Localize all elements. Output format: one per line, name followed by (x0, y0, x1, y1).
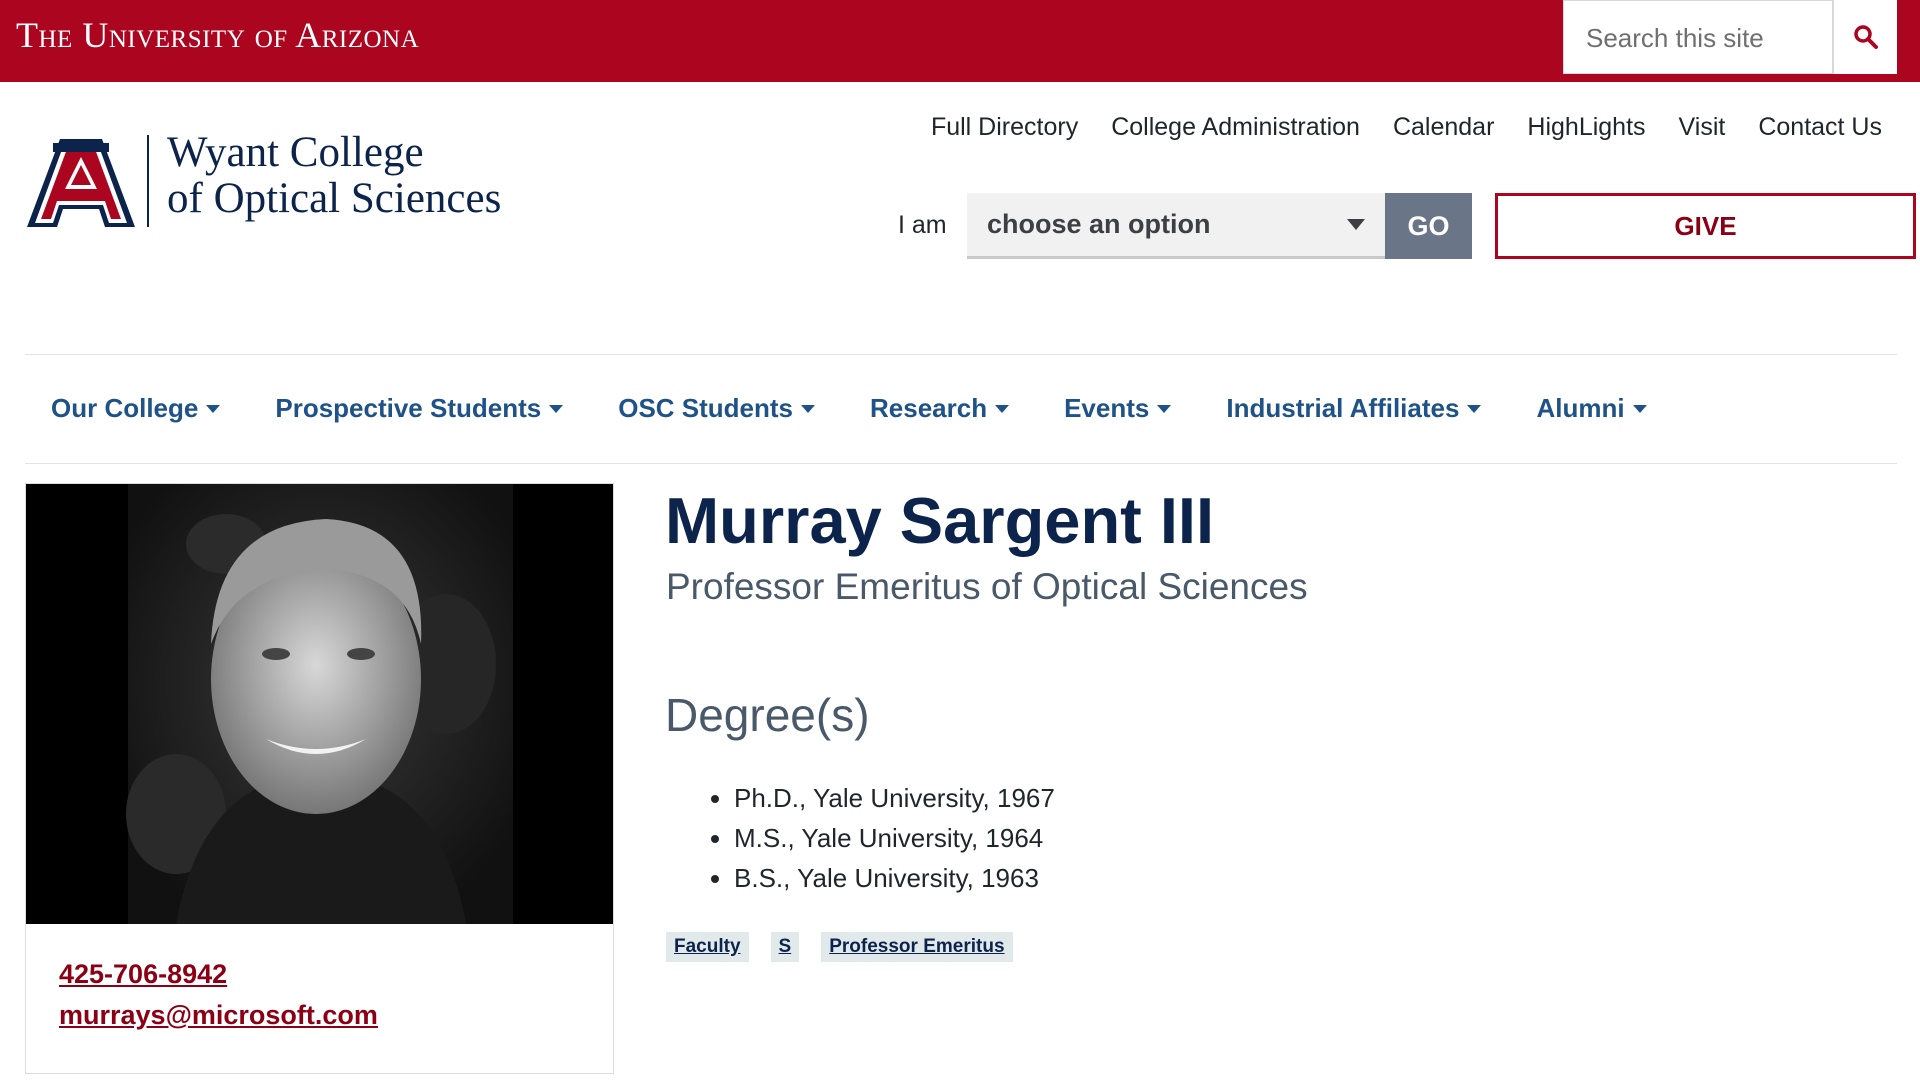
list-item: Ph.D., Yale University, 1967 (734, 778, 1055, 818)
util-link-full-directory[interactable]: Full Directory (931, 113, 1078, 142)
nav-item-label: Industrial Affiliates (1226, 393, 1460, 423)
nav-divider-top (25, 354, 1897, 355)
caret-down-icon (1632, 404, 1647, 413)
caret-down-icon (1467, 404, 1482, 413)
tag-list: Faculty S Professor Emeritus (666, 932, 1035, 962)
profile-title: Professor Emeritus of Optical Sciences (666, 566, 1308, 607)
caret-down-icon (206, 404, 221, 413)
nav-item-events[interactable]: Events (1064, 393, 1172, 424)
give-button[interactable]: GIVE (1495, 193, 1916, 259)
nav-item-label: Research (870, 393, 988, 423)
tag-s[interactable]: S (770, 932, 800, 962)
main-nav: Our College Prospective Students OSC Stu… (51, 393, 1702, 424)
tag-faculty[interactable]: Faculty (666, 932, 749, 962)
util-link-visit[interactable]: Visit (1679, 113, 1726, 142)
audience-select-value: choose an option (987, 209, 1211, 239)
college-name-line1: Wyant College (167, 129, 424, 176)
nav-item-osc-students[interactable]: OSC Students (618, 393, 816, 424)
nav-divider-bottom (25, 463, 1897, 464)
audience-select[interactable]: choose an option (967, 193, 1385, 259)
nav-item-label: Our College (51, 393, 199, 423)
phone-link[interactable]: 425-706-8942 (59, 959, 227, 990)
utility-nav: Full Directory College Administration Ca… (898, 113, 1882, 142)
caret-down-icon (801, 404, 816, 413)
nav-item-label: Prospective Students (275, 393, 542, 423)
util-link-contact-us[interactable]: Contact Us (1758, 113, 1882, 142)
util-link-calendar[interactable]: Calendar (1393, 113, 1494, 142)
degree-list: Ph.D., Yale University, 1967 M.S., Yale … (700, 778, 1055, 898)
tag-professor-emeritus[interactable]: Professor Emeritus (821, 932, 1013, 962)
profile-name: Murray Sargent III (665, 484, 1215, 557)
university-wordmark[interactable]: The University of Arizona (16, 17, 419, 53)
nav-item-industrial-affiliates[interactable]: Industrial Affiliates (1226, 393, 1482, 424)
college-name-line2: of Optical Sciences (167, 175, 502, 222)
college-name[interactable]: Wyant College of Optical Sciences (167, 130, 501, 222)
logo-divider (147, 135, 149, 227)
caret-down-icon (549, 404, 564, 413)
list-item: M.S., Yale University, 1964 (734, 818, 1055, 858)
caret-down-icon (995, 404, 1010, 413)
nav-item-our-college[interactable]: Our College (51, 393, 221, 424)
nav-item-research[interactable]: Research (870, 393, 1010, 424)
caret-down-icon (1157, 404, 1172, 413)
i-am-label: I am (898, 211, 947, 239)
degrees-heading: Degree(s) (665, 689, 870, 741)
search-button[interactable] (1833, 0, 1897, 74)
nav-item-prospective-students[interactable]: Prospective Students (275, 393, 564, 424)
portrait-image (126, 484, 513, 924)
profile-card: 425-706-8942 murrays@microsoft.com (25, 483, 614, 1074)
go-button[interactable]: GO (1385, 193, 1472, 259)
university-a-logo[interactable] (27, 139, 135, 227)
chevron-down-icon (1347, 219, 1365, 230)
util-link-college-administration[interactable]: College Administration (1111, 113, 1360, 142)
nav-item-label: Events (1064, 393, 1150, 423)
nav-item-label: OSC Students (618, 393, 794, 423)
top-bar: The University of Arizona Search this si… (0, 0, 1920, 82)
search-icon (1853, 25, 1878, 49)
util-link-highlights[interactable]: HighLights (1527, 113, 1645, 142)
search-input[interactable]: Search this site (1563, 0, 1833, 74)
nav-item-label: Alumni (1536, 393, 1625, 423)
list-item: B.S., Yale University, 1963 (734, 858, 1055, 898)
nav-item-alumni[interactable]: Alumni (1536, 393, 1647, 424)
email-link[interactable]: murrays@microsoft.com (59, 1000, 378, 1031)
profile-photo (26, 484, 613, 924)
